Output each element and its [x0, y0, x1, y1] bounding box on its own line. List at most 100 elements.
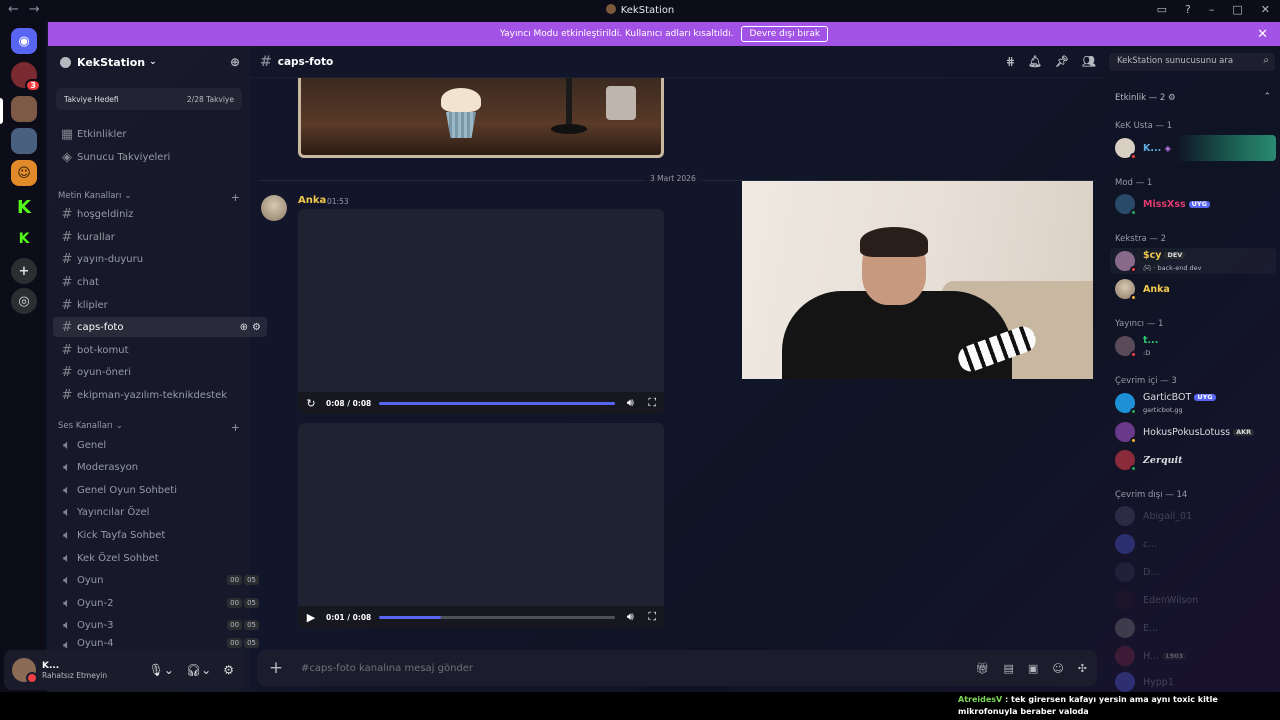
channel-hosgeldiniz[interactable]: # hoşgeldiniz — [53, 204, 271, 224]
message-composer[interactable]: + #caps-foto kanalına mesaj gönder 🎁︎ ▤ … — [257, 650, 1097, 686]
member-item[interactable]: c... — [1110, 531, 1276, 557]
voice-channel-oyun-3[interactable]: 🔈︎ Oyun-3 00 05 — [53, 615, 271, 635]
emoji-icon[interactable]: ☺ — [1052, 662, 1063, 675]
video-progress[interactable] — [379, 401, 616, 405]
member-item[interactable]: H... 1903 — [1110, 643, 1276, 669]
member-status-text: :D — [1143, 349, 1151, 358]
avatar[interactable] — [261, 195, 287, 221]
microphone-icon[interactable]: 🎙︎⌄ — [149, 663, 174, 677]
video-attachment[interactable]: ↻ 0:08 / 0:08 🔊︎ ⛶ — [298, 209, 664, 414]
search-input[interactable]: KekStation sunucusunu ara ⌕ — [1109, 53, 1275, 71]
voice-channel-genel[interactable]: 🔈︎ Genel — [53, 435, 271, 455]
help-icon[interactable]: ? — [1185, 3, 1191, 16]
gif-icon[interactable]: ▤ — [1004, 662, 1014, 675]
channel-ekipman[interactable]: # ekipman-yazılım-teknikdestek — [53, 385, 271, 405]
close-window-icon[interactable]: ✕ — [1261, 3, 1270, 16]
member-item[interactable]: HokusPokusLotuss AKR — [1110, 419, 1276, 445]
play-icon[interactable]: ▶ — [304, 611, 318, 624]
volume-icon[interactable]: 🔊︎ — [623, 396, 637, 410]
video-attachment[interactable]: ▶ 0:01 / 0:08 🔊︎ ⛶ — [298, 423, 664, 628]
gear-icon[interactable]: ⚙ — [223, 663, 234, 677]
threads-icon[interactable]: ⋕ — [1006, 55, 1015, 68]
channel-oyun-oneri[interactable]: # oyun-öneri — [53, 362, 271, 382]
attachment-image[interactable] — [298, 78, 664, 158]
events-link[interactable]: ▦ Etkinlikler — [53, 124, 271, 144]
voice-channel-kick-tayfa[interactable]: 🔈︎ Kick Tayfa Sohbet — [53, 525, 271, 545]
user-names[interactable]: K... Rahatsız Etmeyin — [42, 661, 107, 680]
voice-channel-oyun[interactable]: 🔈︎ Oyun 00 05 — [53, 570, 271, 590]
direct-messages-icon[interactable]: ◉ — [11, 28, 37, 54]
bell-icon[interactable]: 🔔︎ — [1028, 55, 1042, 68]
voice-channel-oyun-2[interactable]: 🔈︎ Oyun-2 00 05 — [53, 593, 271, 613]
replay-icon[interactable]: ↻ — [304, 397, 318, 410]
member-item[interactable]: Hypp1 — [1110, 671, 1276, 693]
member-item[interactable]: Zerquit — [1110, 447, 1276, 473]
kick-twitch-server-icon[interactable]: K — [11, 226, 37, 252]
server-boosts-link[interactable]: ◈ Sunucu Takviyeleri — [53, 147, 271, 167]
member-item[interactable]: $cy DEV 🎮︎ · back-end dev — [1110, 248, 1276, 274]
message-input-placeholder[interactable]: #caps-foto kanalına mesaj gönder — [301, 663, 473, 674]
member-list-icon[interactable]: 👥︎ — [1082, 55, 1096, 68]
server-icon-3[interactable]: ☺ — [11, 160, 37, 186]
gift-icon[interactable]: 🎁︎ — [976, 662, 990, 675]
boost-goal-bar[interactable]: Takviye Hedefi 2/28 Takviye — [56, 88, 242, 110]
member-item[interactable]: EdenWilson — [1110, 587, 1276, 613]
server-icon-kekstation[interactable] — [11, 96, 37, 122]
channel-caps-foto[interactable]: # caps-foto ⊕ ⚙ — [53, 317, 267, 337]
channel-yayin-duyuru[interactable]: # yayın-duyuru — [53, 249, 271, 269]
fullscreen-icon[interactable]: ⛶ — [645, 396, 659, 410]
voice-channel-kek-ozel[interactable]: 🔈︎ Kek Özel Sohbet — [53, 548, 271, 568]
channel-label: kurallar — [77, 231, 115, 243]
channel-chat[interactable]: # chat — [53, 272, 271, 292]
channel-kurallar[interactable]: # kurallar — [53, 227, 271, 247]
fullscreen-icon[interactable]: ⛶ — [645, 610, 659, 624]
disable-streamer-mode-button[interactable]: Devre dışı bırak — [741, 26, 829, 42]
upload-plus-icon[interactable]: + — [267, 658, 285, 678]
voice-channels-category[interactable]: Ses Kanalları ⌄ + — [58, 421, 240, 434]
activity-header[interactable]: Etkinlik — 2 ⚙ ⌃ — [1115, 92, 1275, 103]
member-item[interactable]: D... — [1110, 559, 1276, 585]
channel-label: Yayıncılar Özel — [77, 506, 150, 518]
chevron-up-icon: ⌃ — [1263, 92, 1271, 102]
pin-icon[interactable]: 📌︎ — [1055, 55, 1069, 68]
boost-gem-icon: ◈ — [62, 149, 72, 165]
member-item[interactable]: Abigail_01 — [1110, 503, 1276, 529]
invite-people-icon[interactable]: ⊕ — [230, 55, 240, 69]
close-icon[interactable]: ✕ — [1257, 27, 1268, 42]
headphones-icon[interactable]: 🎧︎⌄ — [186, 663, 211, 677]
sticker-icon[interactable]: ▣ — [1028, 662, 1038, 675]
server-icon-2[interactable] — [11, 128, 37, 154]
voice-channel-genel-oyun[interactable]: 🔈︎ Genel Oyun Sohbeti — [53, 480, 271, 500]
server-icon-dm-avatar[interactable]: 3 — [11, 62, 41, 92]
kick-server-icon[interactable]: K — [11, 194, 37, 220]
channel-klipler[interactable]: # klipler — [53, 295, 271, 315]
maximize-icon[interactable]: □ — [1232, 3, 1242, 16]
channel-bot-komut[interactable]: # bot-komut — [53, 340, 271, 360]
create-invite-icon[interactable]: ⊕ — [240, 322, 248, 333]
member-item[interactable]: t...:D — [1110, 333, 1276, 359]
add-channel-icon[interactable]: + — [231, 421, 240, 434]
voice-channel-oyun-4[interactable]: 🔈︎ Oyun-4 00 05 — [53, 638, 271, 648]
voice-channel-moderasyon[interactable]: 🔈︎ Moderasyon — [53, 457, 271, 477]
server-header[interactable]: KekStation ⌄ ⊕ — [48, 46, 250, 78]
hash-icon: # — [61, 251, 73, 267]
member-item[interactable]: K... ◈ — [1110, 135, 1276, 161]
avatar[interactable] — [12, 658, 38, 684]
apps-icon[interactable]: ✣ — [1078, 662, 1087, 675]
member-item[interactable]: Anka — [1110, 276, 1276, 302]
member-item[interactable]: GarticBOT UYG garticbot.gg — [1110, 390, 1276, 416]
add-channel-icon[interactable]: + — [231, 191, 240, 204]
member-item[interactable]: E... — [1110, 615, 1276, 641]
video-progress[interactable] — [379, 615, 616, 619]
inbox-icon[interactable]: ▭ — [1157, 3, 1167, 16]
voice-channel-yayincilar[interactable]: 🔈︎ Yayıncılar Özel — [53, 502, 271, 522]
gear-icon[interactable]: ⚙ — [252, 322, 261, 333]
add-server-icon[interactable]: + — [11, 258, 37, 284]
member-item[interactable]: MissXss UYG — [1110, 191, 1276, 217]
minimize-icon[interactable]: – — [1209, 3, 1215, 16]
volume-icon[interactable]: 🔊︎ — [623, 610, 637, 624]
calendar-icon: ▦ — [60, 126, 74, 142]
message-author[interactable]: Anka — [298, 195, 326, 206]
text-channels-category[interactable]: Metin Kanalları ⌄ + — [58, 191, 240, 204]
discover-compass-icon[interactable]: ◎ — [11, 288, 37, 314]
